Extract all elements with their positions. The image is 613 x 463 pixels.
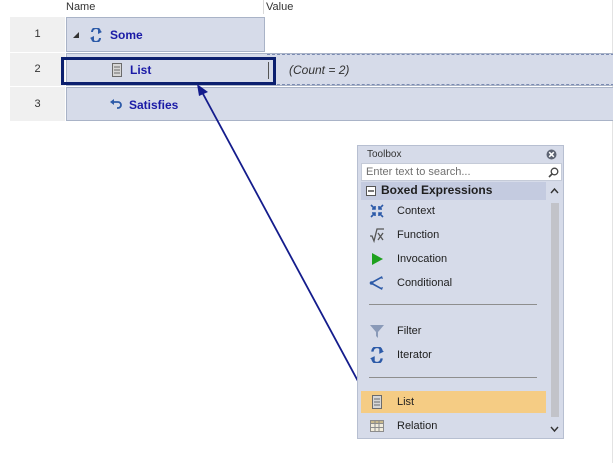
toolbox-item-label: Function [397,229,440,241]
toolbox-item-label: Relation [397,420,438,432]
toolbox-item-conditional[interactable]: Conditional [361,272,546,294]
toolbox-item-label: Filter [397,325,422,337]
scrollbar-thumb[interactable] [551,203,559,417]
iterator-icon [370,347,384,363]
close-icon[interactable] [546,149,557,160]
toolbox-group-label: Boxed Expressions [381,183,493,197]
invocation-icon [372,253,383,265]
scroll-up-icon[interactable] [550,187,559,194]
toolbox-item-filter[interactable]: Filter [361,320,546,342]
relation-icon [370,420,384,432]
toolbox-item-list[interactable]: List [361,391,546,413]
toolbox-item-label: Invocation [397,253,448,265]
toolbox-item-context[interactable]: Context [361,200,546,222]
toolbox-item-label: Context [397,205,435,217]
toolbox-item-function[interactable]: Function [361,224,546,246]
function-icon [370,228,384,243]
context-icon [370,204,384,218]
collapse-box-icon[interactable] [366,186,376,196]
toolbox-panel: Toolbox Boxed Expressions Context [357,145,564,439]
filter-icon [370,325,384,338]
list-icon [372,395,382,409]
toolbox-search-input[interactable] [364,164,544,180]
toolbox-item-label: Conditional [397,277,453,289]
toolbox-item-iterator[interactable]: Iterator [361,344,546,366]
toolbox-item-invocation[interactable]: Invocation [361,248,546,270]
conditional-icon [369,276,383,290]
toolbox-title-bar: Toolbox [358,146,563,162]
toolbox-search-box [361,163,562,181]
toolbox-separator [369,304,537,305]
toolbox-group-boxed-expressions[interactable]: Boxed Expressions [361,182,546,200]
toolbox-title: Toolbox [367,149,402,160]
toolbox-item-label: Iterator [397,349,432,361]
toolbox-separator [369,377,537,378]
search-icon[interactable] [548,167,559,178]
scroll-down-icon[interactable] [550,426,559,433]
toolbox-scrollbar[interactable] [547,183,562,437]
toolbox-item-relation[interactable]: Relation [361,415,546,437]
toolbox-item-label: List [397,396,415,408]
